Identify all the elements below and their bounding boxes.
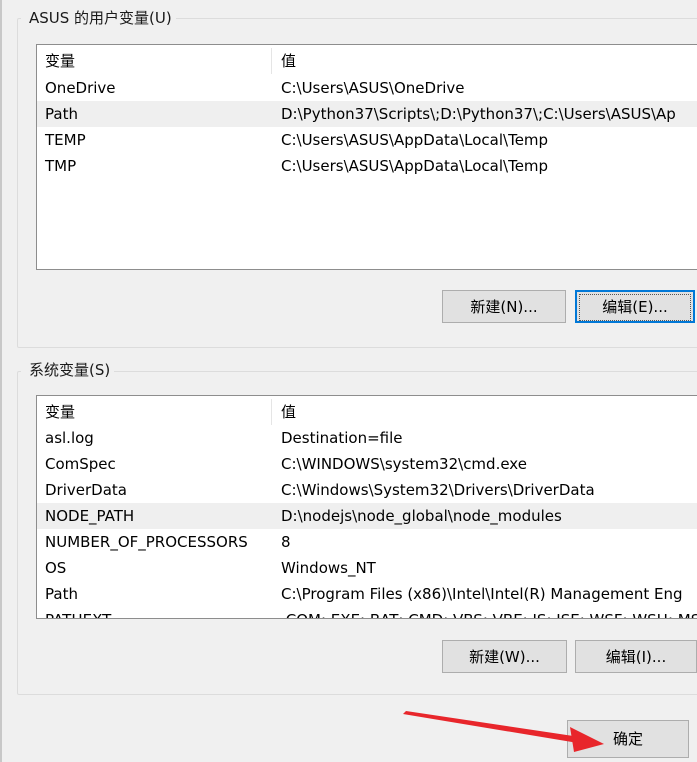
red-arrow-annotation [403,711,604,752]
arrow-head-icon [570,727,604,752]
arrow-shaft [403,711,580,743]
